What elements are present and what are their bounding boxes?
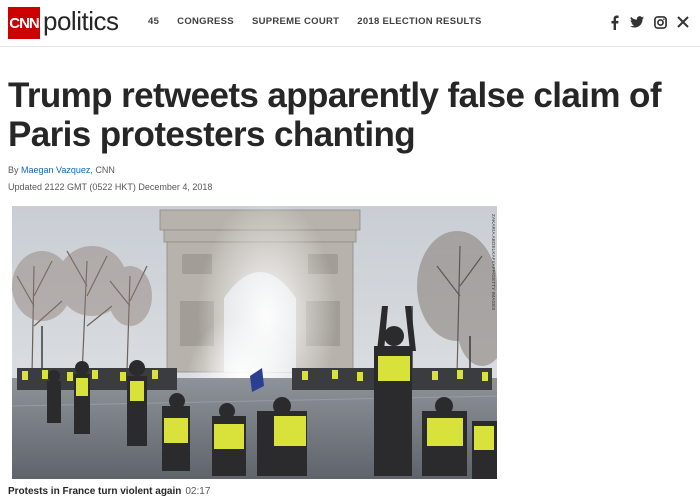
instagram-icon[interactable] [653, 14, 667, 30]
facebook-icon[interactable] [607, 14, 621, 30]
author-link[interactable]: Maegan Vazquez [21, 165, 90, 175]
close-icon[interactable] [676, 14, 690, 30]
article-video-thumbnail[interactable]: ZAKARIA ABDELKAFI/AFP/GETTY IMAGES [12, 206, 497, 479]
social-links [607, 14, 690, 30]
nav-item-supreme-court[interactable]: SUPREME COURT [252, 16, 339, 27]
cnn-logo[interactable]: CNN [8, 7, 40, 39]
caption-text[interactable]: Protests in France turn violent again [8, 486, 181, 497]
photo-credit: ZAKARIA ABDELKAFI/AFP/GETTY IMAGES [491, 214, 496, 311]
site-header: CNN politics 45 CONGRESS SUPREME COURT 2… [0, 0, 700, 47]
nav-item-45[interactable]: 45 [148, 16, 159, 27]
nav-item-election-results[interactable]: 2018 ELECTION RESULTS [357, 16, 481, 27]
nav-item-congress[interactable]: CONGRESS [177, 16, 234, 27]
video-caption[interactable]: Protests in France turn violent again 02:… [8, 486, 210, 497]
video-duration: 02:17 [185, 486, 211, 497]
protest-photo [12, 206, 497, 479]
section-nav: 45 CONGRESS SUPREME COURT 2018 ELECTION … [148, 16, 500, 27]
article-headline: Trump retweets apparently false claim of… [8, 76, 662, 154]
update-timestamp: Updated 2122 GMT (0522 HKT) December 4, … [8, 182, 213, 192]
byline-outlet: , CNN [90, 165, 115, 175]
section-title[interactable]: politics [43, 6, 119, 37]
twitter-icon[interactable] [630, 14, 644, 30]
byline-prefix: By [8, 165, 22, 175]
byline: By Maegan Vazquez, CNN [8, 165, 115, 175]
